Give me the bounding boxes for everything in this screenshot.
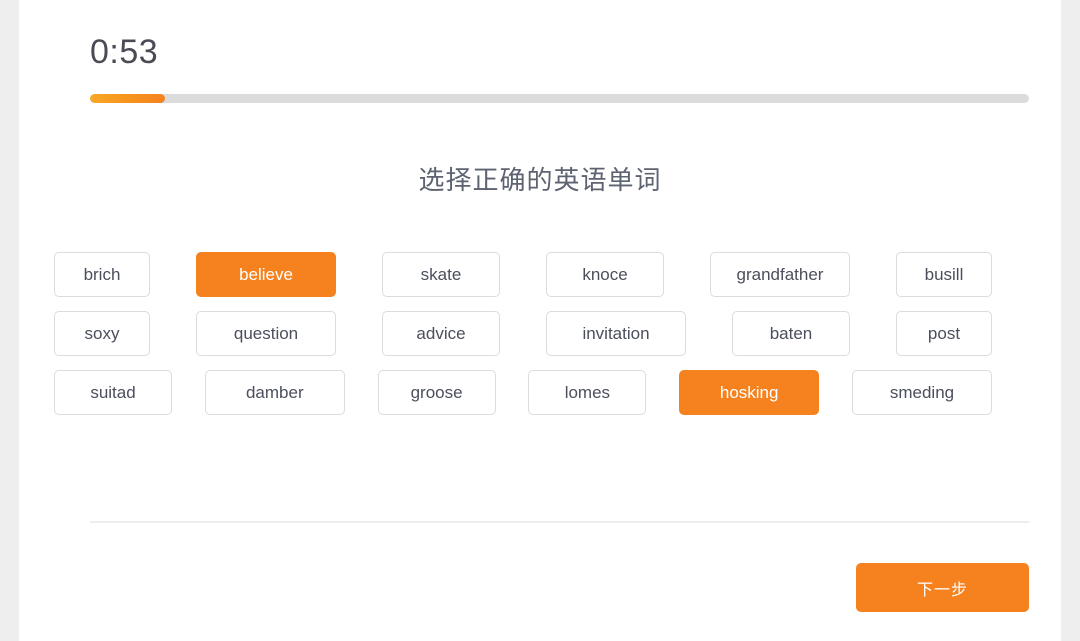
word-choice-row: suitad damber groose lomes hosking smeding	[54, 370, 992, 415]
word-choice-busill[interactable]: busill	[896, 252, 992, 297]
word-choice-row: soxy question advice invitation baten post	[54, 311, 992, 356]
word-choice-brich[interactable]: brich	[54, 252, 150, 297]
word-choice-believe[interactable]: believe	[196, 252, 336, 297]
word-choice-post[interactable]: post	[896, 311, 992, 356]
word-choice-lomes[interactable]: lomes	[528, 370, 647, 415]
word-choice-invitation[interactable]: invitation	[546, 311, 686, 356]
word-choice-damber[interactable]: damber	[204, 370, 345, 415]
word-choice-smeding[interactable]: smeding	[851, 370, 992, 415]
word-choice-grid: brich believe skate knoce grandfather busill s…	[54, 252, 992, 415]
word-choice-suitad[interactable]: suitad	[54, 370, 172, 415]
quiz-progress-bar	[90, 94, 1029, 103]
footer-divider	[90, 521, 1029, 523]
word-choice-hosking[interactable]: hosking	[679, 370, 820, 415]
next-step-button[interactable]: 下一步	[856, 563, 1029, 612]
word-choice-row: brich believe skate knoce grandfather busill	[54, 252, 992, 297]
word-choice-baten[interactable]: baten	[732, 311, 850, 356]
word-choice-question[interactable]: question	[196, 311, 336, 356]
quiz-page: 0:53 选择正确的英语单词 brich believe skate knoce gra…	[0, 0, 1080, 641]
word-choice-advice[interactable]: advice	[382, 311, 500, 356]
word-choice-soxy[interactable]: soxy	[54, 311, 150, 356]
word-choice-knoce[interactable]: knoce	[546, 252, 664, 297]
countdown-timer: 0:53	[90, 33, 159, 71]
word-choice-grandfather[interactable]: grandfather	[710, 252, 850, 297]
quiz-card: 0:53 选择正确的英语单词 brich believe skate knoce gra…	[19, 0, 1061, 641]
word-choice-groose[interactable]: groose	[377, 370, 496, 415]
quiz-progress-fill	[90, 94, 166, 103]
question-prompt: 选择正确的英语单词	[418, 165, 662, 195]
word-choice-skate[interactable]: skate	[382, 252, 500, 297]
